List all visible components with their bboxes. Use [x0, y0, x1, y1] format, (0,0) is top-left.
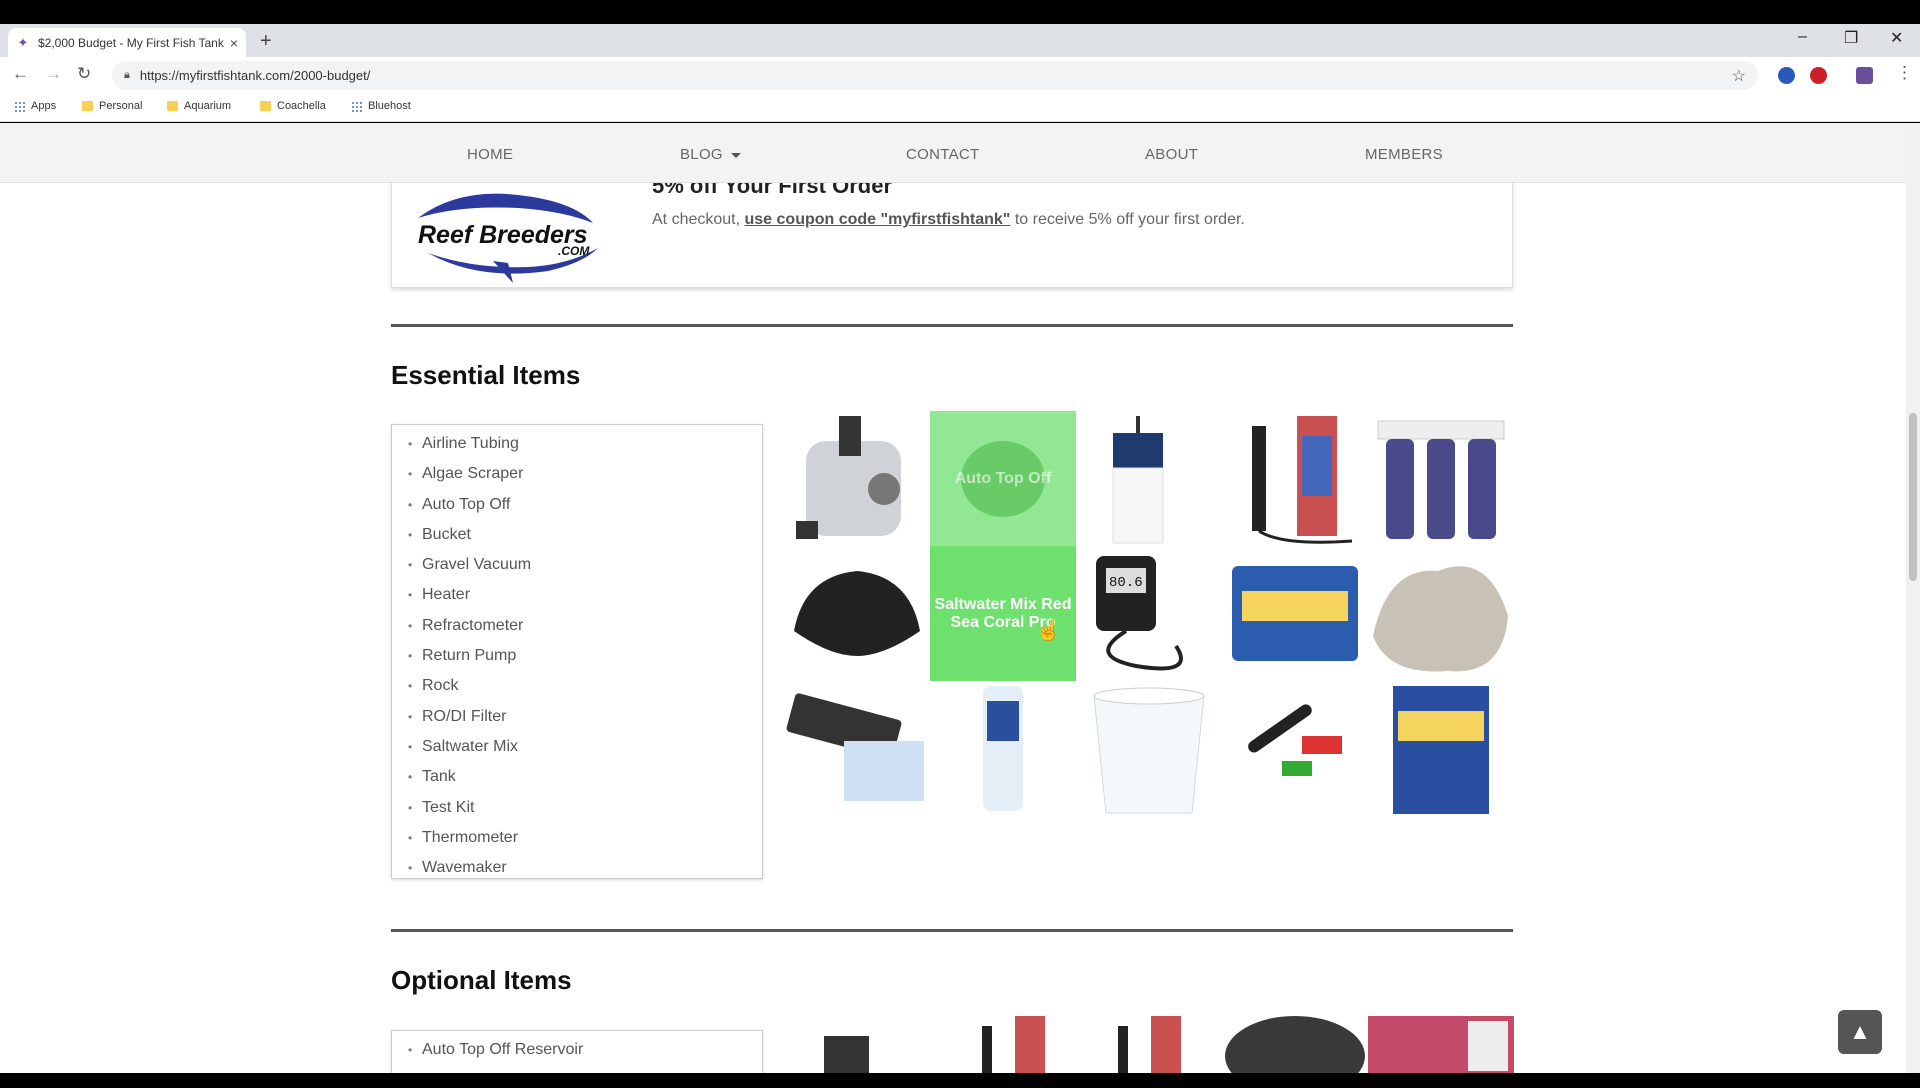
- list-item[interactable]: Saltwater Mix: [408, 736, 762, 766]
- list-item[interactable]: Airline Tubing: [408, 433, 762, 463]
- svg-text:80.6: 80.6: [1109, 575, 1143, 591]
- auto-top-off-image[interactable]: Auto Top Off: [930, 411, 1076, 546]
- nav-home[interactable]: HOME: [467, 146, 513, 163]
- list-item[interactable]: Thermometer: [408, 827, 762, 857]
- bluehost-icon: [351, 100, 362, 112]
- gravel-vacuum-image[interactable]: [930, 681, 1076, 816]
- list-item[interactable]: Auto Top Off: [408, 494, 762, 524]
- bookmarks-bar: Apps Personal Aquarium Coachella Bluehos…: [0, 94, 1920, 122]
- bookmark-coachella[interactable]: Coachella: [260, 100, 326, 112]
- list-item[interactable]: Wavemaker: [408, 857, 762, 887]
- list-item[interactable]: Tank: [408, 766, 762, 796]
- promo-text: At checkout, use coupon code "myfirstfis…: [652, 211, 1245, 228]
- svg-text:.COM: .COM: [558, 244, 590, 258]
- tank-image[interactable]: [1076, 411, 1222, 546]
- list-item[interactable]: Algae Scraper: [408, 463, 762, 493]
- optional-item-image[interactable]: [784, 1016, 930, 1073]
- list-item[interactable]: Gravel Vacuum: [408, 554, 762, 584]
- optional-items-heading: Optional Items: [391, 965, 572, 995]
- nav-about[interactable]: ABOUT: [1145, 146, 1198, 163]
- list-item[interactable]: Auto Top Off Reservoir: [408, 1039, 762, 1069]
- screen-top-bar: [0, 0, 1920, 24]
- rodi-filter-image[interactable]: [1368, 411, 1514, 546]
- extension-icon[interactable]: [1778, 67, 1795, 84]
- list-item[interactable]: Rock: [408, 675, 762, 705]
- menu-icon[interactable]: ⋮: [1896, 63, 1913, 83]
- rock-image[interactable]: [1368, 546, 1514, 681]
- site-navigation: HOME BLOG CONTACT ABOUT MEMBERS: [0, 123, 1906, 183]
- reef-breeders-logo[interactable]: Reef Breeders .COM: [398, 183, 608, 283]
- optional-item-image[interactable]: [930, 1016, 1076, 1073]
- bookmark-bluehost[interactable]: Bluehost: [351, 100, 411, 112]
- optional-item-image[interactable]: [1076, 1016, 1222, 1073]
- heater-image[interactable]: [1222, 411, 1368, 546]
- back-arrow-icon[interactable]: ←: [12, 64, 29, 84]
- return-pump-image[interactable]: [784, 411, 930, 546]
- nav-contact[interactable]: CONTACT: [906, 146, 979, 163]
- tab-close-icon[interactable]: ×: [230, 35, 238, 51]
- optional-items-list: Auto Top Off Reservoir: [391, 1030, 763, 1073]
- refractometer-image[interactable]: [784, 681, 930, 816]
- coupon-link[interactable]: use coupon code "myfirstfishtank": [745, 211, 1011, 228]
- algae-scraper-image[interactable]: [1222, 681, 1368, 816]
- page-scrollbar[interactable]: [1906, 123, 1920, 1073]
- section-divider: [391, 929, 1513, 932]
- nav-members[interactable]: MEMBERS: [1365, 146, 1443, 163]
- hover-overlay: Auto Top Off: [930, 411, 1076, 546]
- apps-grid-icon: [14, 100, 25, 112]
- address-bar[interactable]: 🔒︎ https://myfirstfishtank.com/2000-budg…: [112, 61, 1758, 90]
- essential-items-heading: Essential Items: [391, 360, 581, 390]
- pinterest-icon[interactable]: [1810, 67, 1827, 84]
- site-favicon-icon: ✦: [17, 34, 29, 50]
- folder-icon: [82, 101, 93, 111]
- reload-icon[interactable]: ↻: [77, 64, 91, 84]
- url-text: https://myfirstfishtank.com/2000-budget/: [139, 68, 371, 83]
- thermometer-image[interactable]: 80.6: [1076, 546, 1222, 681]
- folder-icon: [167, 101, 178, 111]
- bucket-image[interactable]: [1076, 681, 1222, 816]
- extension-icon[interactable]: [1856, 67, 1873, 84]
- wavemaker-image[interactable]: [784, 546, 930, 681]
- bookmark-apps[interactable]: Apps: [14, 100, 56, 112]
- mouse-cursor-icon: ☝: [1036, 620, 1061, 642]
- browser-tab-strip: ✦ $2,000 Budget - My First Fish Tank × +…: [0, 24, 1920, 57]
- scrollbar-thumb[interactable]: [1909, 413, 1917, 581]
- test-kit-image[interactable]: [1222, 546, 1368, 681]
- nav-blog[interactable]: BLOG: [680, 146, 741, 163]
- list-item[interactable]: Bucket: [408, 524, 762, 554]
- list-item[interactable]: Heater: [408, 584, 762, 614]
- bookmark-personal[interactable]: Personal: [82, 100, 142, 112]
- list-item[interactable]: Refractometer: [408, 615, 762, 645]
- lock-icon: 🔒︎: [124, 69, 130, 81]
- chevron-down-icon: [730, 152, 741, 158]
- hover-overlay: Saltwater Mix Red Sea Coral Pro: [930, 546, 1076, 681]
- new-tab-button[interactable]: +: [260, 30, 272, 53]
- browser-tab[interactable]: ✦ $2,000 Budget - My First Fish Tank ×: [8, 28, 246, 57]
- airline-tubing-image[interactable]: [1368, 681, 1514, 816]
- bookmark-aquarium[interactable]: Aquarium: [167, 100, 231, 112]
- essential-items-list: Airline Tubing Algae Scraper Auto Top Of…: [391, 424, 763, 879]
- browser-toolbar: ← → ↻ 🔒︎ https://myfirstfishtank.com/200…: [0, 57, 1920, 94]
- optional-item-image[interactable]: [1222, 1016, 1368, 1073]
- promo-card: Reef Breeders .COM 5% off Your First Ord…: [391, 173, 1513, 288]
- optional-item-image[interactable]: [1368, 1016, 1514, 1073]
- forward-arrow-icon[interactable]: →: [45, 64, 62, 84]
- list-item[interactable]: Test Kit: [408, 797, 762, 827]
- tab-title: $2,000 Budget - My First Fish Tank: [38, 35, 224, 50]
- back-to-top-button[interactable]: ▲: [1838, 1010, 1882, 1054]
- close-window-button[interactable]: ✕: [1890, 28, 1903, 48]
- star-icon[interactable]: ☆: [1732, 66, 1746, 86]
- list-item[interactable]: Return Pump: [408, 645, 762, 675]
- list-item[interactable]: RO/DI Filter: [408, 706, 762, 736]
- restore-button[interactable]: ❐: [1844, 28, 1858, 48]
- minimize-button[interactable]: –: [1798, 28, 1807, 46]
- chevron-up-icon: ▲: [1849, 1019, 1871, 1044]
- web-page: Reef Breeders .COM 5% off Your First Ord…: [0, 123, 1920, 1073]
- folder-icon: [260, 101, 271, 111]
- section-divider: [391, 324, 1513, 327]
- saltwater-mix-image[interactable]: Saltwater Mix Red Sea Coral Pro: [930, 546, 1076, 681]
